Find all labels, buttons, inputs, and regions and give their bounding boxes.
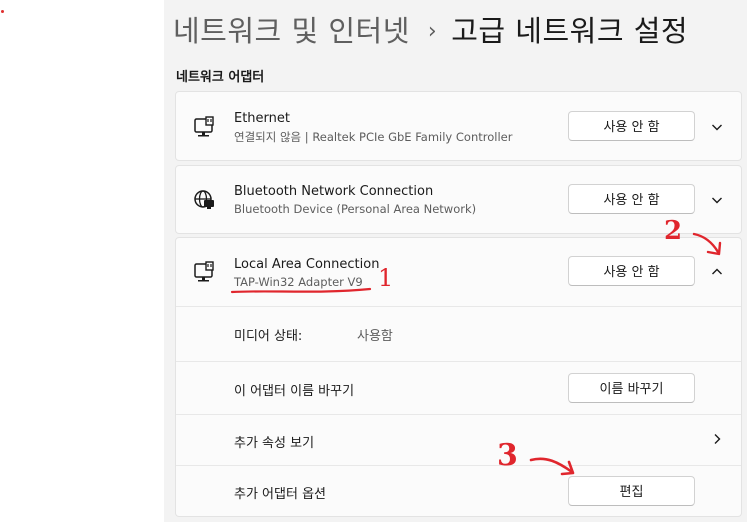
adapter-name: Ethernet: [234, 111, 290, 126]
breadcrumb-parent[interactable]: 네트워크 및 인터넷: [173, 14, 410, 48]
adapter-header-row[interactable]: Local Area Connection TAP-Win32 Adapter …: [176, 238, 741, 306]
more-options-row: 추가 어댑터 옵션 편집: [176, 466, 741, 518]
disable-button[interactable]: 사용 안 함: [568, 256, 695, 286]
settings-panel: 네트워크 및 인터넷 › 고급 네트워크 설정 네트워크 어댑터 Ethernet …: [164, 0, 747, 522]
edit-button[interactable]: 편집: [568, 476, 695, 506]
adapter-description: Bluetooth Device (Personal Area Network): [234, 202, 477, 216]
rename-button[interactable]: 이름 바꾸기: [568, 373, 695, 403]
more-properties-label: 추가 속성 보기: [234, 436, 315, 451]
page-title: 고급 네트워크 설정: [451, 14, 689, 48]
chevron-down-icon[interactable]: [711, 194, 723, 206]
adapter-card-local-area[interactable]: Local Area Connection TAP-Win32 Adapter …: [175, 237, 742, 517]
disable-button[interactable]: 사용 안 함: [568, 184, 695, 214]
globe-monitor-icon: [194, 190, 214, 209]
breadcrumb-separator: ›: [427, 19, 438, 44]
adapter-name: Bluetooth Network Connection: [234, 184, 434, 199]
more-options-label: 추가 어댑터 옵션: [234, 487, 326, 502]
section-title: 네트워크 어댑터: [176, 70, 265, 85]
disable-button[interactable]: 사용 안 함: [568, 111, 695, 141]
stray-dot: [1, 10, 4, 13]
adapter-description: 연결되지 않음 | Realtek PCIe GbE Family Contro…: [234, 130, 513, 144]
breadcrumb: 네트워크 및 인터넷 › 고급 네트워크 설정: [173, 8, 688, 50]
adapter-card-ethernet[interactable]: Ethernet 연결되지 않음 | Realtek PCIe GbE Fami…: [175, 91, 742, 161]
ethernet-icon: [194, 116, 214, 137]
media-state-label: 미디어 상태:: [234, 329, 303, 344]
adapter-card-bluetooth[interactable]: Bluetooth Network Connection Bluetooth D…: [175, 165, 742, 234]
rename-label: 이 어댑터 이름 바꾸기: [234, 384, 355, 399]
media-state-row: 미디어 상태: 사용함: [176, 307, 741, 361]
media-state-value: 사용함: [357, 329, 393, 344]
rename-row: 이 어댑터 이름 바꾸기 이름 바꾸기: [176, 362, 741, 414]
chevron-right-icon[interactable]: [711, 433, 723, 445]
more-properties-row[interactable]: 추가 속성 보기: [176, 415, 741, 465]
chevron-down-icon[interactable]: [711, 121, 723, 133]
chevron-up-icon[interactable]: [711, 266, 723, 278]
adapter-name: Local Area Connection: [234, 257, 380, 272]
adapter-description: TAP-Win32 Adapter V9: [234, 275, 363, 289]
ethernet-icon: [194, 261, 214, 282]
